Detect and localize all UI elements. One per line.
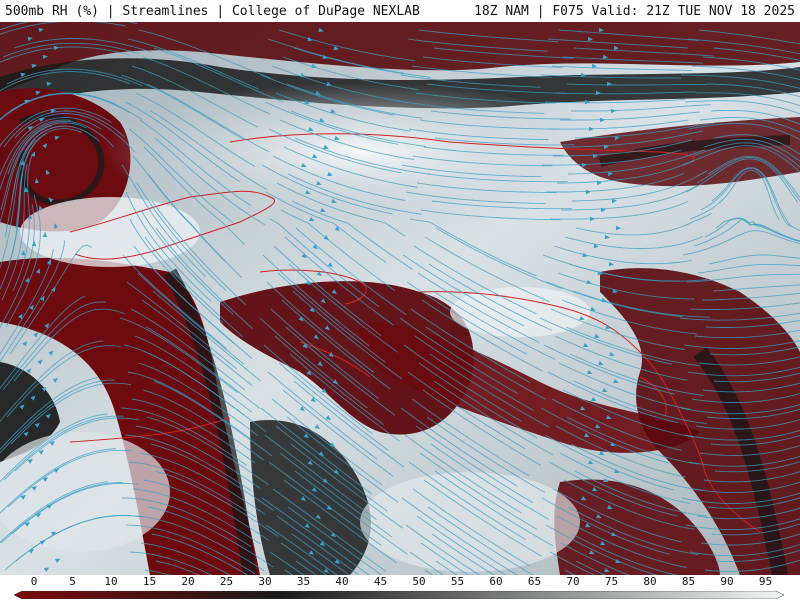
legend-tick-40: 40 (335, 575, 349, 588)
header-left-title: 500mb RH (%) | Streamlines | College of … (5, 3, 420, 19)
legend-tick-55: 55 (450, 575, 465, 588)
legend-tick-50: 50 (412, 575, 426, 588)
map-panel[interactable] (0, 22, 800, 575)
legend-tick-45: 45 (373, 575, 388, 588)
moist-patch-central (450, 287, 590, 337)
header-bar: 500mb RH (%) | Streamlines | College of … (0, 0, 800, 22)
legend-tick-30: 30 (258, 575, 272, 588)
legend-tick-20: 20 (181, 575, 195, 588)
colorbar (14, 591, 784, 599)
legend-tick-80: 80 (643, 575, 657, 588)
legend-tick-10: 10 (104, 575, 118, 588)
moist-patch-west (20, 197, 200, 267)
legend-tick-labels: 0 5 10 15 20 25 30 35 40 45 50 55 60 65 70 75 80 85 90 95 (0, 575, 800, 589)
legend-tick-15: 15 (142, 575, 157, 588)
legend-tick-75: 75 (604, 575, 619, 588)
legend-tick-95: 95 (758, 575, 773, 588)
colorbar-legend: 0 5 10 15 20 25 30 35 40 45 50 55 60 65 70 75 80 85 90 95 (0, 575, 800, 600)
legend-tick-35: 35 (296, 575, 311, 588)
legend-tick-85: 85 (681, 575, 696, 588)
legend-tick-5: 5 (69, 575, 76, 588)
legend-tick-65: 65 (527, 575, 542, 588)
legend-tick-60: 60 (489, 575, 503, 588)
legend-tick-25: 25 (219, 575, 234, 588)
legend-tick-70: 70 (566, 575, 580, 588)
legend-tick-0: 0 (30, 575, 38, 588)
rh-streamline-map (0, 22, 800, 575)
header-right-title: 18Z NAM | F075 Valid: 21Z TUE NOV 18 202… (474, 3, 795, 19)
legend-tick-90: 90 (720, 575, 734, 588)
